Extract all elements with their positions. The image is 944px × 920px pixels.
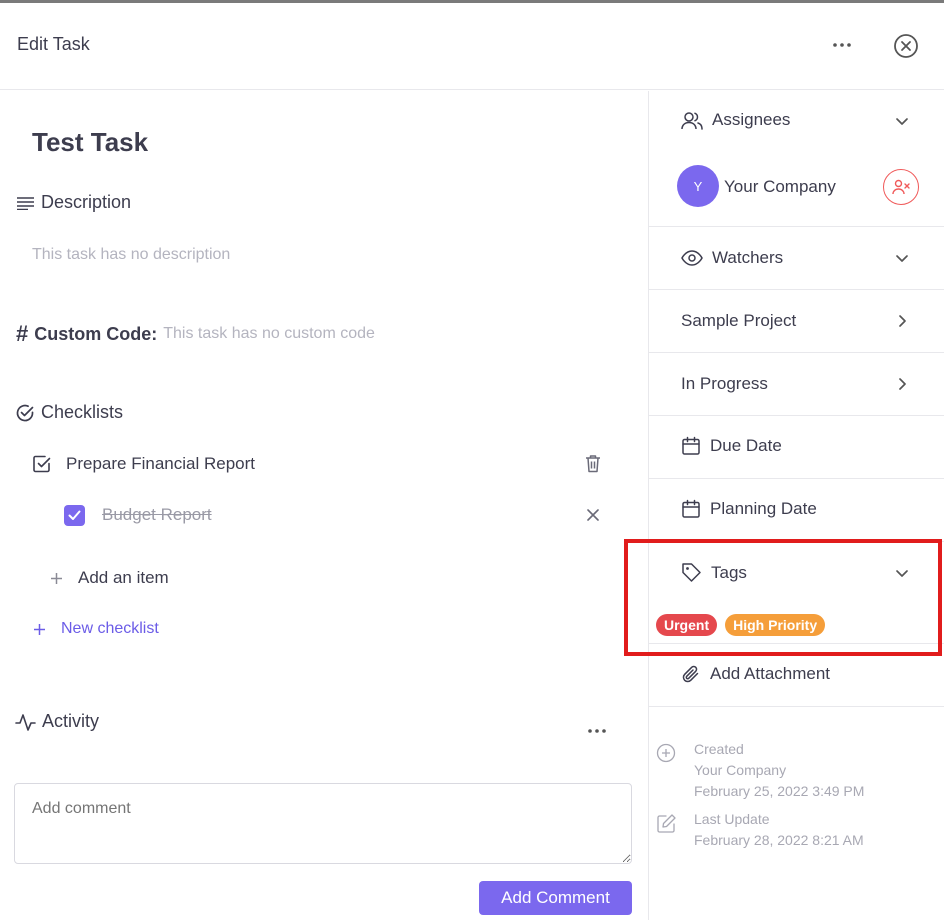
project-label: Sample Project	[681, 311, 797, 330]
remove-assignee-button[interactable]	[883, 169, 919, 205]
activity-icon	[15, 713, 36, 731]
custom-code-label: Custom Code:	[34, 323, 158, 344]
checklist-icon	[33, 455, 51, 473]
description-label: Description	[41, 192, 132, 212]
modal-title: Edit Task	[17, 34, 90, 54]
due-date-header: Due Date	[681, 436, 782, 456]
custom-code-empty-text[interactable]: This task has no custom code	[163, 325, 375, 343]
avatar: Y	[677, 165, 719, 207]
watchers-section[interactable]: Watchers	[649, 227, 944, 290]
add-item-label: Add an item	[78, 568, 169, 587]
task-sidebar: Assignees Y Your Company Watchers Sample…	[648, 91, 944, 920]
checklist-item: Budget Report	[64, 503, 604, 527]
status-label: In Progress	[681, 374, 768, 393]
plus-icon	[51, 572, 62, 584]
assignees-section: Assignees Y Your Company	[649, 91, 944, 227]
user-remove-icon	[892, 179, 910, 195]
add-comment-button[interactable]: Add Comment	[479, 881, 632, 915]
new-checklist-button[interactable]: New checklist	[33, 617, 159, 641]
updated-date: February 28, 2022 8:21 AM	[694, 832, 864, 848]
add-item-row[interactable]: Add an item	[50, 566, 169, 590]
checklist-item-label[interactable]: Budget Report	[102, 505, 212, 525]
task-main-panel: Test Task Description This task has no d…	[0, 91, 648, 920]
chevron-down-icon[interactable]	[893, 249, 911, 267]
checkmark-icon	[68, 510, 81, 520]
checklists-header: Checklists	[15, 402, 123, 423]
users-icon	[681, 111, 703, 130]
assignees-label: Assignees	[712, 110, 791, 129]
attachment-header: Add Attachment	[681, 664, 830, 684]
activity-header: Activity	[15, 711, 99, 732]
trash-icon[interactable]	[585, 454, 601, 473]
planning-date-header: Planning Date	[681, 499, 817, 519]
created-date: February 25, 2022 3:49 PM	[694, 783, 865, 799]
custom-code-header: # Custom Code: This task has no custom c…	[16, 321, 375, 347]
assignee-name: Your Company	[724, 177, 836, 196]
planning-date-section[interactable]: Planning Date	[649, 479, 944, 542]
close-icon[interactable]	[893, 33, 919, 59]
chevron-right-icon[interactable]	[893, 312, 911, 330]
attachment-label: Add Attachment	[710, 664, 831, 683]
item-checkbox[interactable]	[64, 504, 85, 526]
modal-header: Edit Task	[0, 3, 944, 90]
align-left-icon	[17, 196, 34, 210]
planning-date-label: Planning Date	[710, 499, 817, 518]
check-circle-icon	[16, 404, 34, 421]
activity-more-icon[interactable]	[587, 721, 611, 733]
created-by: Your Company	[694, 762, 787, 778]
new-checklist-label: New checklist	[61, 620, 159, 637]
updated-label: Last Update	[694, 811, 770, 827]
plus-circle-icon	[656, 743, 676, 763]
description-empty-text[interactable]: This task has no description	[32, 246, 230, 264]
description-header: Description	[16, 192, 131, 213]
chevron-down-icon[interactable]	[893, 112, 911, 130]
due-date-label: Due Date	[710, 436, 782, 455]
checklists-label: Checklists	[41, 402, 124, 422]
watchers-header: Watchers	[681, 248, 783, 268]
remove-item-icon[interactable]	[587, 509, 599, 521]
chevron-right-icon[interactable]	[893, 375, 911, 393]
project-section[interactable]: Sample Project	[649, 290, 944, 353]
checklist-header-row: Prepare Financial Report	[32, 452, 612, 476]
watchers-label: Watchers	[712, 248, 784, 267]
plus-icon	[34, 623, 45, 635]
due-date-section[interactable]: Due Date	[649, 416, 944, 479]
comment-input[interactable]	[14, 783, 632, 864]
status-section[interactable]: In Progress	[649, 353, 944, 416]
task-title[interactable]: Test Task	[32, 127, 148, 158]
calendar-icon	[682, 436, 700, 455]
paperclip-icon	[682, 665, 699, 683]
assignees-header[interactable]: Assignees	[681, 110, 790, 130]
hash-icon: #	[16, 321, 29, 346]
edit-icon	[657, 814, 676, 833]
activity-label: Activity	[42, 711, 100, 731]
checklist-title[interactable]: Prepare Financial Report	[66, 454, 255, 474]
calendar-icon	[682, 499, 700, 518]
more-options-icon[interactable]	[828, 31, 856, 59]
eye-icon	[681, 250, 703, 266]
tags-highlight-box	[624, 539, 942, 656]
created-label: Created	[694, 741, 744, 757]
